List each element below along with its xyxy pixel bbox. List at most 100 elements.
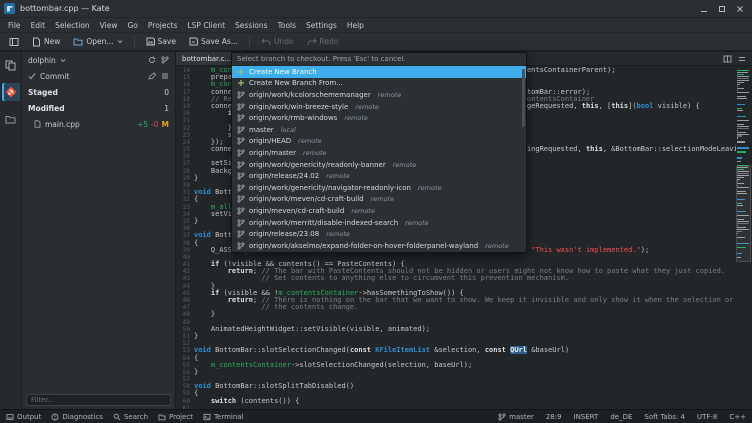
popup-scrollbar[interactable] xyxy=(522,69,525,127)
code-text: void BottomBar::slotSelectionChanged(con… xyxy=(194,346,570,355)
close-button[interactable] xyxy=(732,2,748,16)
line-number: 32 xyxy=(182,196,190,204)
cursor-position[interactable]: 28:9 xyxy=(546,413,562,421)
line-number: 48 xyxy=(182,311,190,319)
branch-icon xyxy=(237,218,245,227)
line-number: 19 xyxy=(182,102,190,110)
branch-item[interactable]: origin/work/win-breeze-style remote xyxy=(232,101,526,113)
code-text: AnimatedHeightWidget::setVisible(visible… xyxy=(194,324,431,333)
output-icon xyxy=(6,413,14,421)
open-button[interactable]: Open... xyxy=(68,35,127,48)
create-branch-item[interactable]: Create New Branch xyxy=(232,66,526,78)
line-number: 58 xyxy=(182,383,190,391)
project-selector[interactable]: dolphin xyxy=(22,52,175,68)
line-number: 25 xyxy=(182,146,190,154)
branch-item[interactable]: origin/work/meven/cd-craft-build remote xyxy=(232,194,526,206)
commit-button[interactable]: Commit xyxy=(22,68,175,84)
tab-overflow-icon[interactable] xyxy=(738,55,746,63)
menu-sessions[interactable]: Sessions xyxy=(230,19,273,32)
documents-tool-button[interactable] xyxy=(2,56,20,74)
branch-item[interactable]: origin/meven/cd-craft-build remote xyxy=(232,205,526,217)
branch-icon xyxy=(237,207,245,215)
project-tool-button[interactable] xyxy=(2,110,20,128)
maximize-button[interactable] xyxy=(714,2,730,16)
save-as-button[interactable]: Save As... xyxy=(184,35,243,48)
minimap[interactable] xyxy=(736,70,751,262)
code-text: } xyxy=(194,310,216,319)
minimap-view-indicator[interactable] xyxy=(736,166,751,262)
save-button[interactable]: Save xyxy=(141,35,181,48)
split-view-icon[interactable] xyxy=(723,55,732,63)
left-toolstrip xyxy=(0,52,22,409)
menu-settings[interactable]: Settings xyxy=(301,19,342,32)
code-text: // Set contents to anything else to circ… xyxy=(194,274,570,283)
menu-icon[interactable] xyxy=(161,72,169,80)
amend-icon[interactable] xyxy=(148,72,156,80)
menu-go[interactable]: Go xyxy=(122,19,142,32)
branch-scope-tag: remote xyxy=(417,183,442,192)
undo-button[interactable]: Undo xyxy=(256,35,299,48)
menu-projects[interactable]: Projects xyxy=(143,19,183,32)
dictionary[interactable]: de_DE xyxy=(610,413,632,421)
create-branch-item[interactable]: Create New Branch From... xyxy=(232,78,526,90)
line-number: 57 xyxy=(182,376,190,384)
branch-item[interactable]: origin/work/rmb-windows remote xyxy=(232,112,526,124)
git-icon xyxy=(5,86,17,98)
branch-icon xyxy=(237,184,245,192)
new-button[interactable]: New xyxy=(27,35,65,49)
output-toggle-label: Output xyxy=(17,412,42,421)
code-text: } xyxy=(194,367,199,376)
branch-item-label: origin/release/24.02 xyxy=(249,172,320,181)
line-number: 20 xyxy=(182,110,190,118)
diagnostics-toggle[interactable]: Diagnostics xyxy=(51,413,103,421)
search-toggle[interactable]: Search xyxy=(113,413,148,421)
menu-edit[interactable]: Edit xyxy=(26,19,51,32)
minimap-line xyxy=(737,151,746,153)
branch-item[interactable]: master local xyxy=(232,124,526,136)
redo-button[interactable]: Redo xyxy=(302,35,344,48)
checkout-branch-icon[interactable] xyxy=(161,56,169,64)
refresh-icon[interactable] xyxy=(148,56,156,64)
line-number: 14 xyxy=(182,67,190,74)
menu-lsp-client[interactable]: LSP Client xyxy=(182,19,230,32)
highlight-mode[interactable]: C++ xyxy=(729,413,746,421)
git-filter-input[interactable] xyxy=(26,394,171,406)
line-number: 24 xyxy=(182,138,190,146)
line-number: 28 xyxy=(182,167,190,175)
dictionary-label: de_DE xyxy=(610,412,633,421)
branch-item-label: origin/work/meven/cd-craft-build xyxy=(249,195,364,204)
menu-view[interactable]: View xyxy=(95,19,123,32)
modified-file-row[interactable]: main.cpp +5 -0 M xyxy=(22,116,175,132)
input-mode[interactable]: INSERT xyxy=(574,413,599,421)
project-toggle[interactable]: Project xyxy=(158,413,193,421)
branch-item[interactable]: origin/HEAD remote xyxy=(232,136,526,148)
branch-item[interactable]: origin/work/akselmo/expand-folder-on-hov… xyxy=(232,240,526,252)
git-branch[interactable]: master xyxy=(498,413,534,421)
encoding[interactable]: UTF-8 xyxy=(697,413,717,421)
terminal-toggle[interactable]: Terminal xyxy=(203,413,244,421)
menu-help[interactable]: Help xyxy=(342,19,369,32)
minimize-button[interactable] xyxy=(696,2,712,16)
menu-tools[interactable]: Tools xyxy=(273,19,301,32)
tab-settings[interactable]: Soft Tabs: 4 xyxy=(644,413,685,421)
git-tool-button[interactable] xyxy=(1,83,20,101)
branch-item-label: origin/work/rmb-windows xyxy=(249,114,338,123)
menu-file[interactable]: File xyxy=(3,19,26,32)
branch-item[interactable]: origin/work/genericity/readonly-banner re… xyxy=(232,159,526,171)
branch-item[interactable]: origin/master remote xyxy=(232,147,526,159)
branch-item[interactable]: origin/work/merritt/disable-indexed-sear… xyxy=(232,217,526,229)
line-number: 44 xyxy=(182,282,190,290)
toggle-sidebar-button[interactable] xyxy=(4,35,24,49)
modified-section-header[interactable]: Modified 1 xyxy=(22,100,175,116)
branch-item[interactable]: origin/work/kcolorschememanager remote xyxy=(232,89,526,101)
staged-count: 0 xyxy=(164,87,169,97)
branch-item[interactable]: origin/release/23.08 remote xyxy=(232,228,526,240)
branch-item[interactable]: origin/work/genericity/navigator-readonl… xyxy=(232,182,526,194)
menu-selection[interactable]: Selection xyxy=(50,19,95,32)
branch-icon xyxy=(237,126,245,134)
code-text: m_contentsContainer->slotSelectionChange… xyxy=(194,360,473,369)
output-toggle[interactable]: Output xyxy=(6,413,41,421)
branch-item[interactable]: origin/release/24.02 remote xyxy=(232,170,526,182)
staged-section-header[interactable]: Staged 0 xyxy=(22,84,175,100)
branch-scope-tag: remote xyxy=(485,241,509,250)
